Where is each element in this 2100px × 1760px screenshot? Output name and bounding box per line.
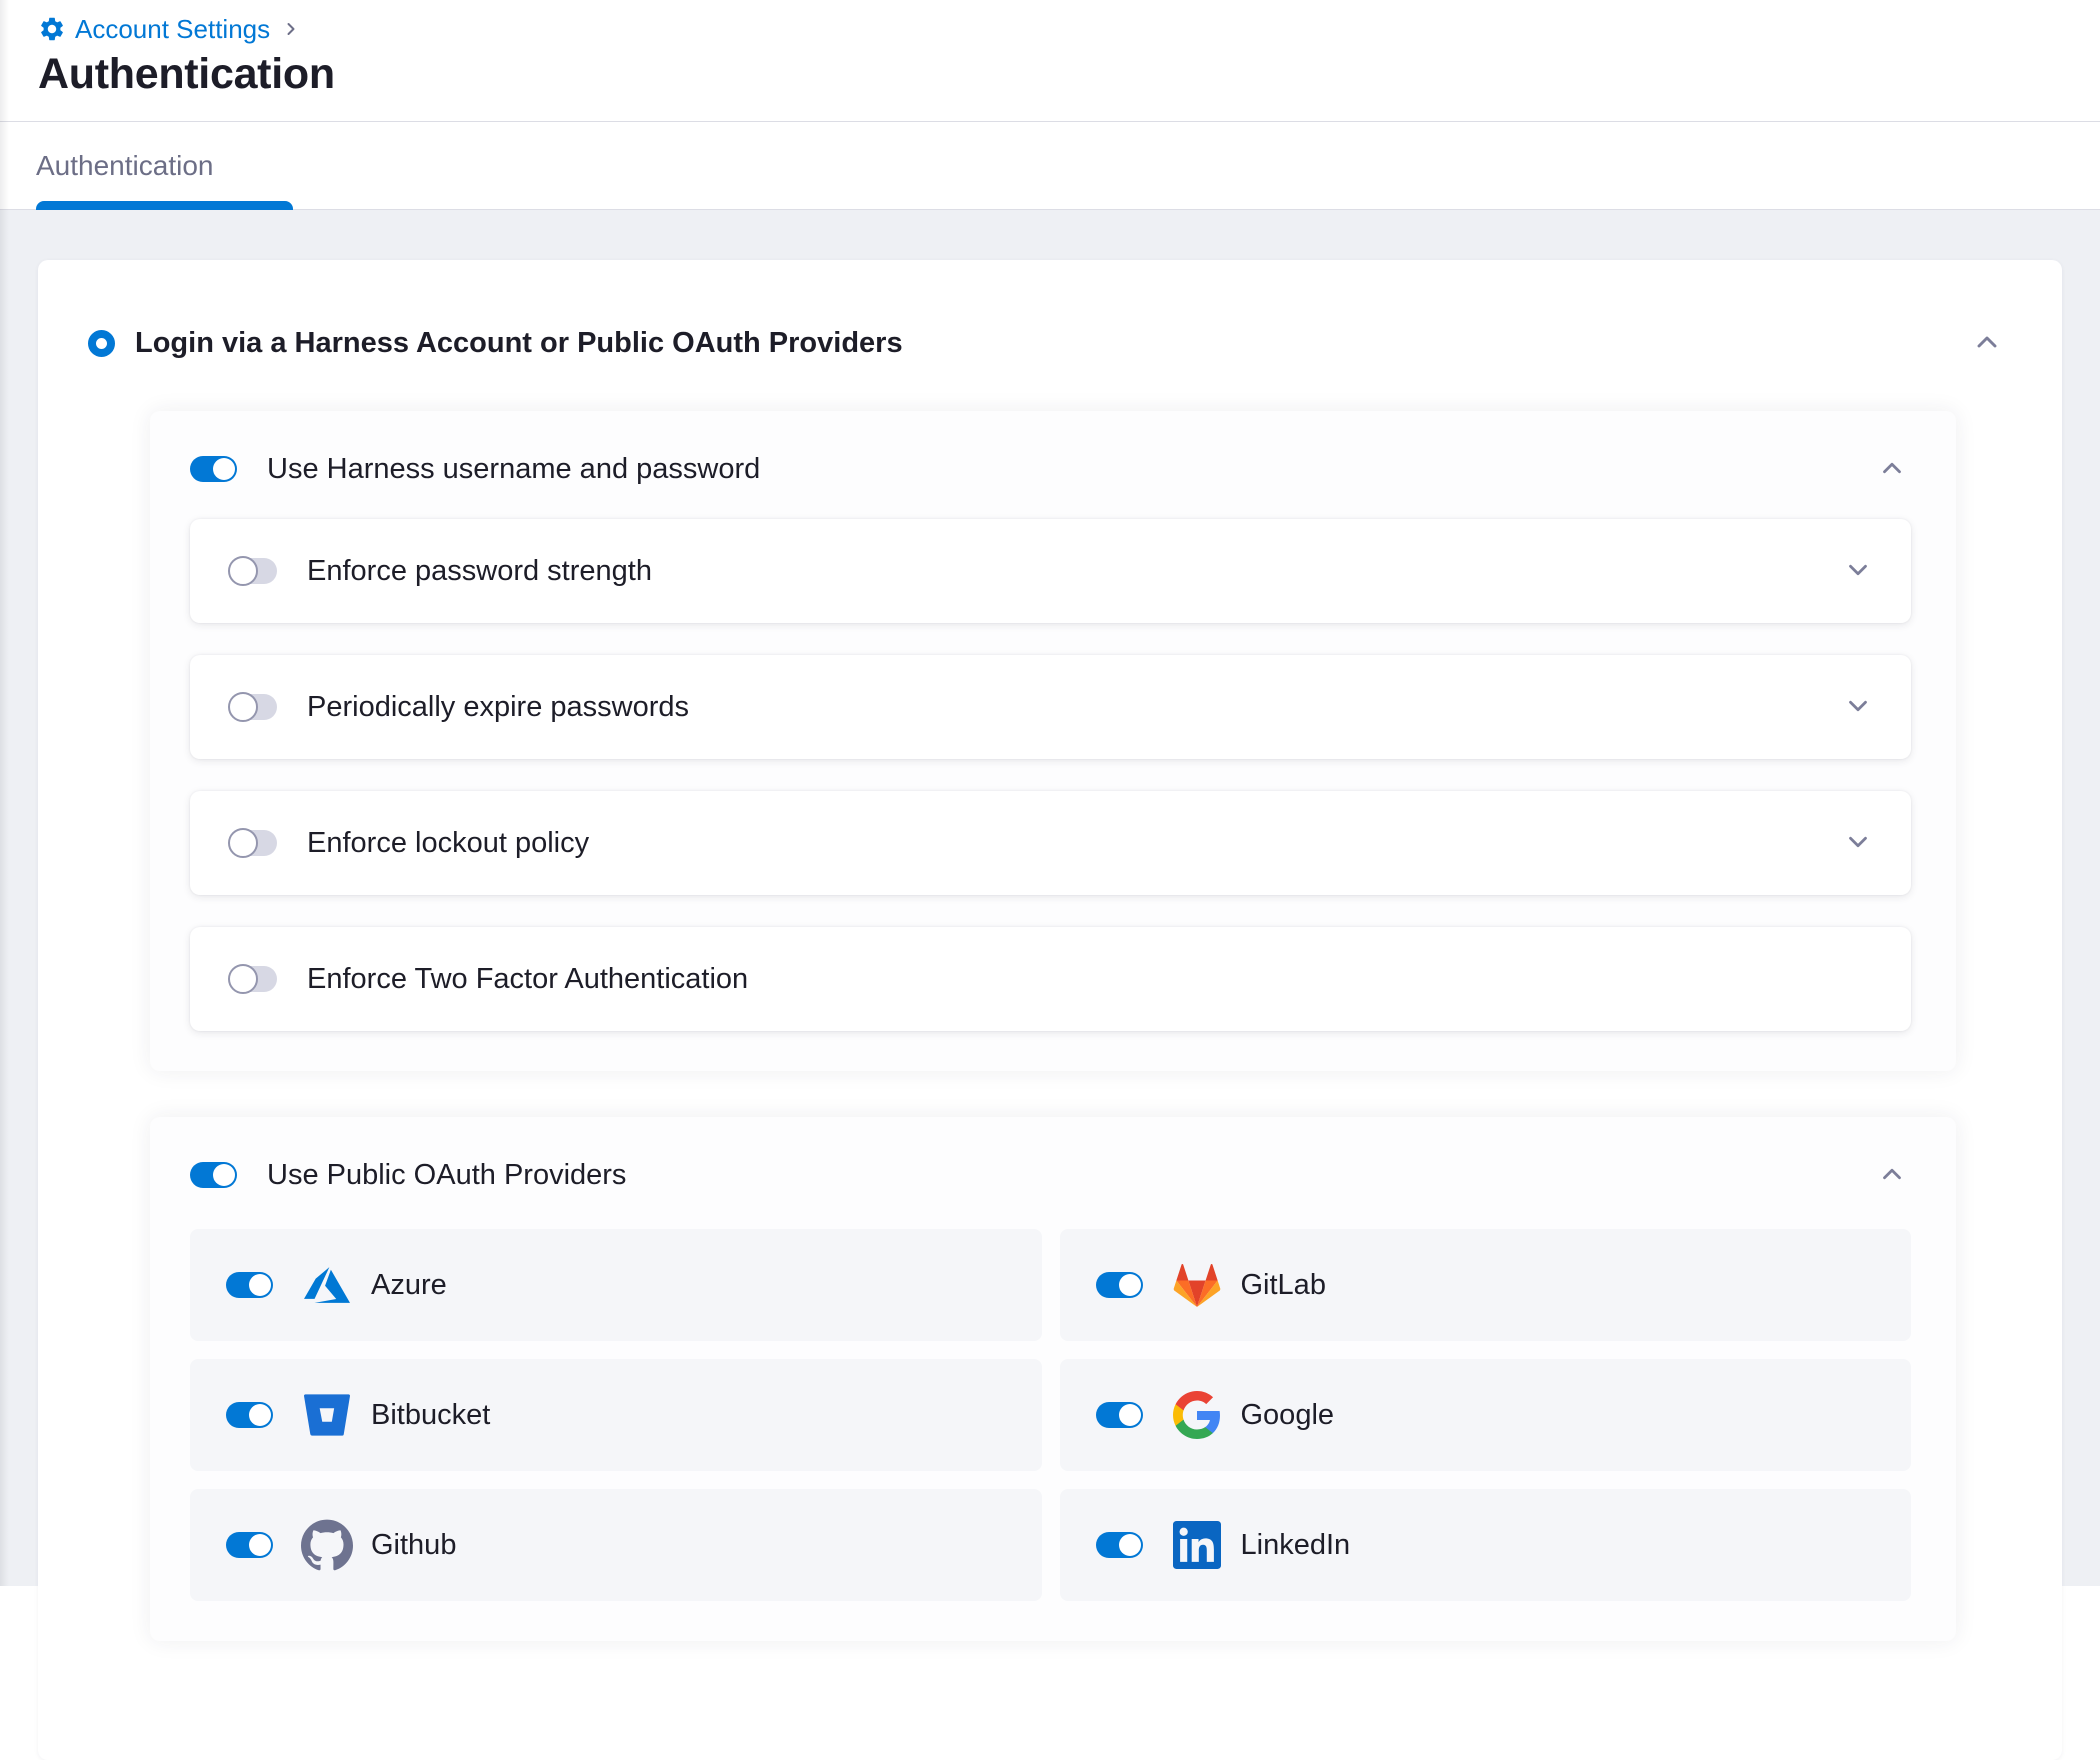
- option-row-password-strength: Enforce password strength: [190, 519, 1911, 623]
- use-public-oauth-toggle[interactable]: [190, 1162, 237, 1188]
- tab-authentication[interactable]: Authentication: [36, 122, 293, 209]
- section-collapse-button[interactable]: [1967, 322, 2007, 365]
- option-label: Periodically expire passwords: [307, 691, 689, 724]
- option-row-two-factor: Enforce Two Factor Authentication: [190, 927, 1911, 1031]
- chevron-down-icon: [1843, 827, 1873, 860]
- toggle-knob: [1119, 1274, 1141, 1296]
- option-row-lockout-policy: Enforce lockout policy: [190, 791, 1911, 895]
- lockout-policy-expand-button[interactable]: [1839, 823, 1877, 864]
- bitbucket-icon: [299, 1387, 355, 1443]
- section-title: Login via a Harness Account or Public OA…: [135, 327, 903, 360]
- section-header: Login via a Harness Account or Public OA…: [88, 322, 2007, 365]
- chevron-up-icon: [1971, 326, 2003, 361]
- azure-icon: [299, 1257, 355, 1313]
- active-tab-underline: [36, 201, 293, 210]
- provider-tile-gitlab: GitLab: [1060, 1229, 1912, 1341]
- toggle-knob: [228, 964, 258, 994]
- toggle-knob: [1119, 1534, 1141, 1556]
- username-password-label: Use Harness username and password: [267, 453, 760, 486]
- periodically-expire-passwords-toggle[interactable]: [230, 694, 277, 720]
- google-icon: [1169, 1387, 1225, 1443]
- username-password-header: Use Harness username and password: [190, 451, 1911, 487]
- breadcrumb-link-account-settings[interactable]: Account Settings: [75, 14, 270, 45]
- azure-toggle[interactable]: [226, 1272, 273, 1298]
- option-label: Enforce Two Factor Authentication: [307, 963, 748, 996]
- toggle-knob: [228, 556, 258, 586]
- option-label: Enforce lockout policy: [307, 827, 589, 860]
- username-password-panel: Use Harness username and password Enforc…: [150, 411, 1956, 1071]
- option-row-expire-passwords: Periodically expire passwords: [190, 655, 1911, 759]
- provider-label: Azure: [371, 1269, 447, 1302]
- linkedin-toggle[interactable]: [1096, 1532, 1143, 1558]
- username-password-collapse-button[interactable]: [1873, 449, 1911, 490]
- github-toggle[interactable]: [226, 1532, 273, 1558]
- chevron-up-icon: [1877, 1159, 1907, 1192]
- linkedin-icon: [1169, 1517, 1225, 1573]
- chevron-up-icon: [1877, 453, 1907, 486]
- password-strength-expand-button[interactable]: [1839, 551, 1877, 592]
- chevron-down-icon: [1843, 691, 1873, 724]
- toggle-knob: [228, 828, 258, 858]
- enforce-lockout-policy-toggle[interactable]: [230, 830, 277, 856]
- chevron-down-icon: [1843, 555, 1873, 588]
- page-title: Authentication: [38, 50, 2100, 99]
- provider-label: LinkedIn: [1241, 1529, 1351, 1562]
- tab-bar: Authentication: [0, 122, 2100, 210]
- provider-label: Github: [371, 1529, 456, 1562]
- toggle-knob: [228, 692, 258, 722]
- oauth-providers-header: Use Public OAuth Providers: [190, 1157, 1911, 1193]
- toggle-knob: [249, 1404, 271, 1426]
- breadcrumb: Account Settings: [38, 12, 2100, 46]
- provider-tile-bitbucket: Bitbucket: [190, 1359, 1042, 1471]
- provider-label: Google: [1241, 1399, 1335, 1432]
- oauth-providers-panel: Use Public OAuth Providers Azure: [150, 1117, 1956, 1641]
- toggle-knob: [249, 1274, 271, 1296]
- provider-tile-linkedin: LinkedIn: [1060, 1489, 1912, 1601]
- toggle-knob: [213, 1164, 235, 1186]
- use-harness-username-password-toggle[interactable]: [190, 456, 237, 482]
- provider-tile-azure: Azure: [190, 1229, 1042, 1341]
- provider-label: Bitbucket: [371, 1399, 490, 1432]
- tab-authentication-label: Authentication: [36, 150, 213, 182]
- login-method-radio[interactable]: [88, 330, 115, 357]
- provider-grid: Azure G: [190, 1229, 1911, 1601]
- oauth-providers-label: Use Public OAuth Providers: [267, 1159, 626, 1192]
- provider-label: GitLab: [1241, 1269, 1326, 1302]
- auth-methods-card: Login via a Harness Account or Public OA…: [38, 260, 2062, 1760]
- enforce-password-strength-toggle[interactable]: [230, 558, 277, 584]
- toggle-knob: [249, 1534, 271, 1556]
- expire-passwords-expand-button[interactable]: [1839, 687, 1877, 728]
- toggle-knob: [1119, 1404, 1141, 1426]
- google-toggle[interactable]: [1096, 1402, 1143, 1428]
- provider-tile-google: Google: [1060, 1359, 1912, 1471]
- enforce-two-factor-toggle[interactable]: [230, 966, 277, 992]
- main-content: Login via a Harness Account or Public OA…: [0, 210, 2100, 1586]
- gitlab-toggle[interactable]: [1096, 1272, 1143, 1298]
- gear-icon: [38, 15, 66, 43]
- github-icon: [299, 1517, 355, 1573]
- provider-tile-github: Github: [190, 1489, 1042, 1601]
- oauth-collapse-button[interactable]: [1873, 1155, 1911, 1196]
- gitlab-icon: [1169, 1257, 1225, 1313]
- option-label: Enforce password strength: [307, 555, 652, 588]
- bitbucket-toggle[interactable]: [226, 1402, 273, 1428]
- toggle-knob: [213, 458, 235, 480]
- page-header: Account Settings Authentication: [0, 0, 2100, 122]
- chevron-right-icon: [281, 19, 301, 39]
